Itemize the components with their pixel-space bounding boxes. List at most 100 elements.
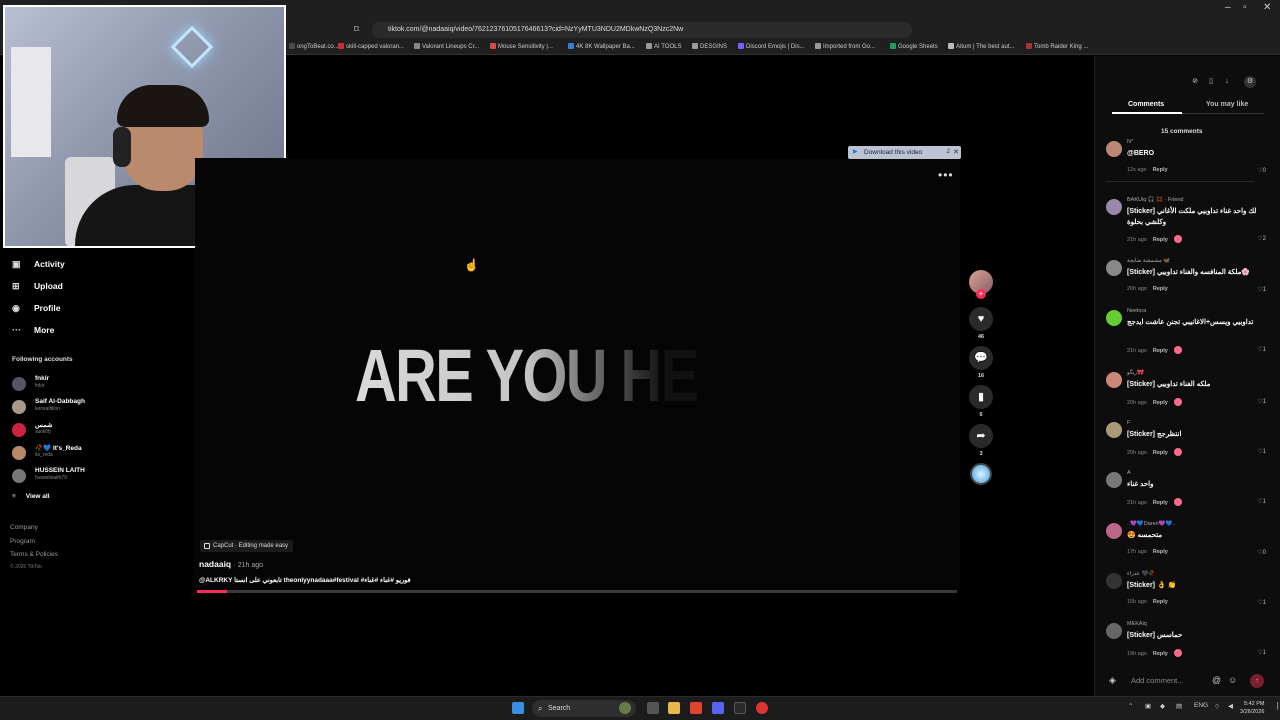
notification-icon[interactable]: ▕ — [1273, 702, 1278, 710]
bookmark-item[interactable]: DESGINS — [692, 43, 727, 50]
reply-button[interactable]: Reply — [1153, 167, 1168, 173]
reply-button[interactable]: Reply — [1153, 599, 1168, 605]
reply-button[interactable]: Reply — [1153, 549, 1168, 555]
reply-button[interactable]: Reply — [1153, 286, 1168, 292]
comment-like-button[interactable]: ♡1 — [1257, 398, 1266, 405]
avatar[interactable] — [1106, 523, 1122, 539]
reply-button[interactable]: Reply — [1153, 348, 1168, 354]
comment-like-button[interactable]: ♡0 — [1257, 167, 1266, 174]
minimize-button[interactable]: – — [1225, 2, 1231, 13]
tray-icon[interactable]: ◆ — [1160, 702, 1165, 710]
following-account-item[interactable]: 🥀💙 It's_Reda its_reda — [12, 443, 162, 463]
file-explorer-icon[interactable] — [668, 702, 680, 714]
avatar[interactable] — [1106, 573, 1122, 589]
video-progress-bar[interactable] — [197, 590, 957, 593]
settings-icon[interactable]: ⚙ — [1244, 76, 1256, 88]
following-account-item[interactable]: شمس sunii0fj — [12, 420, 162, 440]
video-author[interactable]: nadaaiq · 21h ago — [199, 559, 263, 569]
emoji-icon[interactable]: ☺ — [1228, 675, 1237, 685]
clock[interactable]: 5:42 PM 3/26/2026 — [1240, 700, 1264, 716]
sidebar-item-more[interactable]: ··· More — [12, 325, 54, 335]
capcut-badge[interactable]: CapCut · Editing made easy — [200, 540, 294, 552]
reply-button[interactable]: Reply — [1153, 237, 1168, 243]
avatar[interactable] — [1106, 199, 1122, 215]
tab-you-may-like[interactable]: You may like — [1206, 101, 1248, 108]
comment-like-button[interactable]: ♡1 — [1257, 599, 1266, 606]
view-all-button[interactable]: ≡ View all — [12, 493, 50, 500]
phone-icon[interactable]: ▯ — [1205, 76, 1217, 88]
sidebar-item-profile[interactable]: ◉ Profile — [12, 303, 60, 314]
comment-username[interactable]: ريگو🎀 — [1127, 370, 1144, 376]
reply-button[interactable]: Reply — [1153, 651, 1168, 657]
comment-username[interactable]: Neelora — [1127, 308, 1146, 314]
footer-link-program[interactable]: Program — [10, 538, 35, 545]
bookmark-item[interactable]: skill-capped valoran... — [338, 43, 404, 50]
widget-icon[interactable] — [619, 702, 631, 714]
download-video-button[interactable]: ▶ Download this video 2 ✕ — [848, 146, 961, 159]
terminal-icon[interactable] — [734, 702, 746, 714]
footer-link-company[interactable]: Company — [10, 524, 38, 531]
volume-icon[interactable]: ◀ — [1228, 702, 1233, 710]
comment-username[interactable]: MEKAiq — [1127, 621, 1147, 627]
language-indicator[interactable]: ENG — [1194, 702, 1208, 709]
comment-like-button[interactable]: ♡2 — [1257, 235, 1266, 242]
bookmark-item[interactable]: AI TOOLS — [646, 43, 681, 50]
send-icon[interactable]: ↑ — [1250, 674, 1264, 688]
download-icon[interactable]: ↓ — [1221, 76, 1233, 88]
bookmark-item[interactable]: Google Sheets — [890, 43, 938, 50]
tray-chevron-icon[interactable]: ⌃ — [1128, 702, 1133, 710]
bookmark-item[interactable]: Mouse Sensitivity |... — [490, 43, 553, 50]
bookmark-item[interactable]: Imported from Go... — [815, 43, 875, 50]
comment-username[interactable]: ..💜💙Daren💜💙.. — [1127, 521, 1176, 527]
tab-comments[interactable]: Comments — [1128, 101, 1164, 108]
bookmark-item[interactable]: 4K 8K Wallpaper Ba... — [568, 43, 635, 50]
tray-icon[interactable]: ▤ — [1176, 702, 1182, 710]
comment-like-button[interactable]: ♡1 — [1257, 498, 1266, 505]
discord-icon[interactable] — [712, 702, 724, 714]
follow-plus-icon[interactable]: + — [976, 289, 986, 299]
avatar[interactable] — [1106, 141, 1122, 157]
task-view-icon[interactable] — [647, 702, 659, 714]
close-window-button[interactable]: ✕ — [1263, 2, 1271, 13]
reply-button[interactable]: Reply — [1153, 450, 1168, 456]
comment-username[interactable]: N° — [1127, 139, 1133, 145]
avatar[interactable] — [1106, 260, 1122, 276]
bookmark-icon[interactable]: ⌑ — [354, 24, 359, 35]
comment-username[interactable]: F — [1127, 420, 1130, 426]
avatar[interactable] — [1106, 422, 1122, 438]
like-button[interactable]: ♥ — [969, 307, 993, 331]
following-account-item[interactable]: HUSSEIN LAITH husseinlaith79 — [12, 466, 162, 486]
comment-button[interactable]: 💬 — [969, 346, 993, 370]
comment-username[interactable]: A — [1127, 470, 1131, 476]
reply-button[interactable]: Reply — [1153, 400, 1168, 406]
following-account-item[interactable]: Saif Al-Dabbagh kensaifition — [12, 397, 162, 417]
following-account-item[interactable]: fnkir fnkir — [12, 374, 162, 394]
comment-like-button[interactable]: ♡1 — [1257, 346, 1266, 353]
bookmark-item[interactable]: Valorant Lineups Cr... — [414, 43, 479, 50]
comment-like-button[interactable]: ♡1 — [1257, 649, 1266, 656]
comment-like-button[interactable]: ♡0 — [1257, 549, 1266, 556]
add-comment-input[interactable]: Add comment... — [1125, 672, 1245, 690]
mention-icon[interactable]: @ — [1212, 675, 1221, 685]
music-disc-icon[interactable] — [970, 463, 992, 485]
maximize-button[interactable]: ▫ — [1243, 2, 1247, 13]
share-button[interactable]: ➦ — [969, 424, 993, 448]
embed-icon[interactable]: ⊘ — [1189, 76, 1201, 88]
sidebar-item-activity[interactable]: ▣ Activity — [12, 259, 65, 270]
bookmark-item[interactable]: Aitum | The best aut... — [948, 43, 1014, 50]
close-icon[interactable]: ✕ — [953, 146, 959, 159]
tray-icon[interactable]: ▣ — [1145, 702, 1151, 710]
avatar[interactable] — [1106, 623, 1122, 639]
save-button[interactable]: ▮ — [969, 385, 993, 409]
reply-button[interactable]: Reply — [1153, 500, 1168, 506]
comment-like-button[interactable]: ♡1 — [1257, 286, 1266, 293]
more-options-icon[interactable]: ••• — [938, 168, 954, 182]
diamond-icon[interactable]: ◈ — [1109, 675, 1116, 686]
avatar[interactable] — [1106, 372, 1122, 388]
avatar[interactable] — [1106, 310, 1122, 326]
comment-like-button[interactable]: ♡1 — [1257, 448, 1266, 455]
comment-username[interactable]: مشمشة ضايجة 🦋 — [1127, 258, 1170, 264]
footer-link-terms[interactable]: Terms & Policies — [10, 551, 58, 558]
avatar[interactable] — [1106, 472, 1122, 488]
network-icon[interactable]: ⌔ — [1214, 702, 1220, 711]
